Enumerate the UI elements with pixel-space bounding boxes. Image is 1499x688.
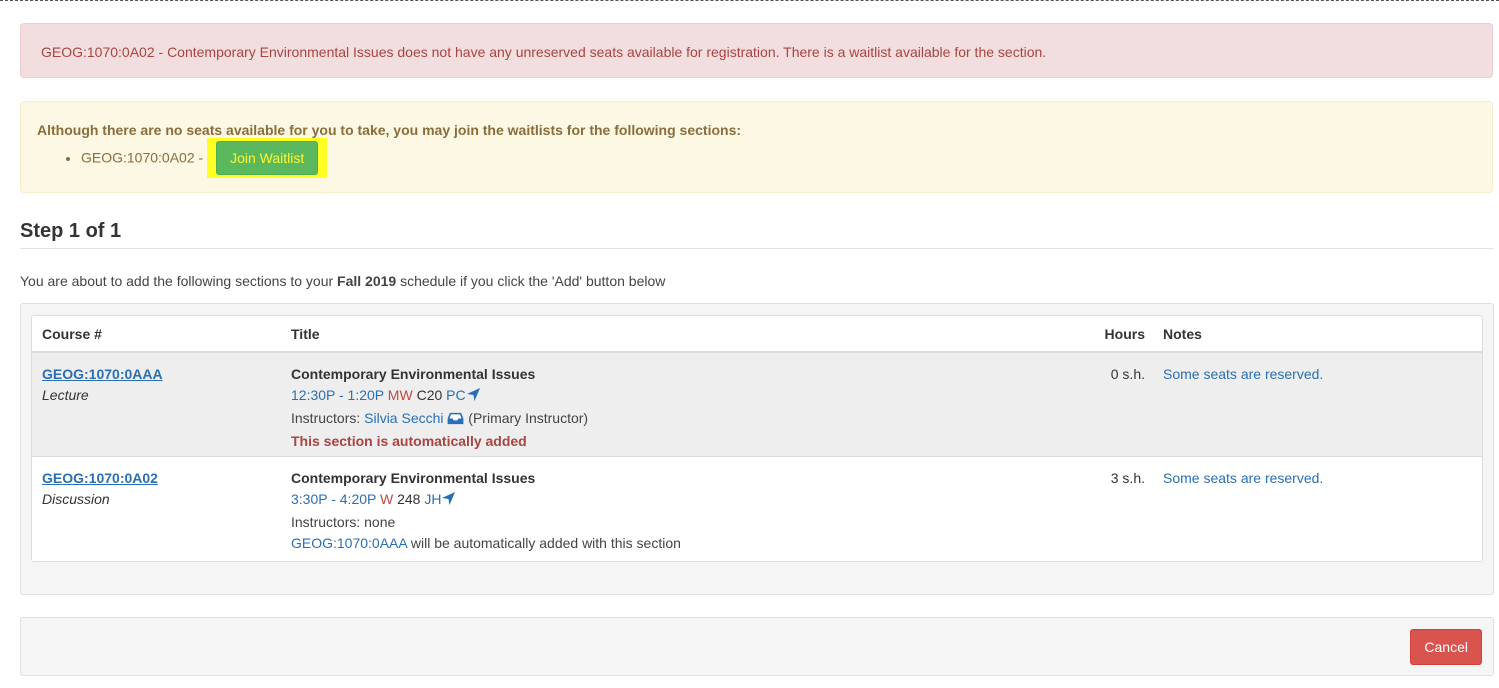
meeting-info: 3:30P - 4:20P W 248 JH	[291, 489, 681, 512]
meeting-info: 12:30P - 1:20P MW C20 PC	[291, 385, 588, 408]
title-cell: Contemporary Environmental Issues 3:30P …	[291, 468, 681, 554]
meeting-days: MW	[387, 387, 413, 403]
waitlist-separator: -	[198, 149, 204, 166]
section-type: Lecture	[42, 387, 89, 403]
meeting-time: 3:30P - 4:20P	[291, 491, 377, 507]
no-seats-error-alert: GEOG:1070:0A02 - Contemporary Environmen…	[20, 23, 1493, 78]
course-link[interactable]: GEOG:1070:0A02	[42, 470, 158, 486]
title-cell: Contemporary Environmental Issues 12:30P…	[291, 364, 588, 452]
seats-reserved-link[interactable]: Some seats are reserved.	[1163, 366, 1323, 382]
notes-cell: Some seats are reserved.	[1163, 468, 1323, 489]
meeting-days: W	[380, 491, 394, 507]
error-message: GEOG:1070:0A02 - Contemporary Environmen…	[41, 44, 1047, 60]
meeting-room: C20	[416, 387, 443, 403]
header-hours: Hours	[1104, 326, 1145, 342]
notes-cell: Some seats are reserved.	[1163, 364, 1323, 385]
table-row: GEOG:1070:0A02 Discussion Contemporary E…	[32, 457, 1482, 561]
location-arrow-icon[interactable]	[441, 491, 456, 512]
join-waitlist-button[interactable]: Join Waitlist	[216, 141, 319, 175]
instructors-line: Instructors: none	[291, 514, 396, 530]
top-dashed-divider	[0, 0, 1499, 1]
intro-text: You are about to add the following secti…	[20, 273, 665, 289]
hours-cell: 0 s.h.	[1110, 366, 1145, 382]
instructor-role: (Primary Instructor)	[468, 410, 589, 426]
term-name: Fall 2019	[337, 273, 397, 289]
hours-cell: 3 s.h.	[1110, 470, 1145, 486]
linked-section-line: GEOG:1070:0AAA will be automatically add…	[291, 533, 681, 554]
header-notes: Notes	[1163, 326, 1202, 342]
course-cell: GEOG:1070:0A02 Discussion	[42, 468, 158, 510]
sections-panel: Course # Title Hours Notes GEOG:1070:0AA…	[20, 303, 1494, 595]
section-type: Discussion	[42, 491, 110, 507]
waitlist-heading: Although there are no seats available fo…	[37, 122, 742, 138]
header-title: Title	[291, 326, 320, 342]
course-link[interactable]: GEOG:1070:0AAA	[42, 366, 163, 382]
cancel-button[interactable]: Cancel	[1410, 629, 1482, 665]
course-cell: GEOG:1070:0AAA Lecture	[42, 364, 163, 406]
header-course: Course #	[42, 326, 102, 342]
intro-prefix: You are about to add the following secti…	[20, 273, 338, 289]
building-link[interactable]: PC	[446, 387, 465, 403]
instructors-label: Instructors:	[291, 410, 361, 426]
table-row: GEOG:1070:0AAA Lecture Contemporary Envi…	[32, 353, 1482, 457]
waitlist-section-item: GEOG:1070:0A02 - Join Waitlist	[81, 138, 1476, 178]
step-title: Step 1 of 1	[20, 220, 122, 242]
inbox-icon[interactable]	[447, 410, 464, 431]
location-arrow-icon[interactable]	[466, 387, 481, 408]
step-divider	[20, 248, 1493, 249]
building-link[interactable]: JH	[424, 491, 441, 507]
table-header: Course # Title Hours Notes	[32, 316, 1482, 353]
course-title: Contemporary Environmental Issues	[291, 470, 536, 486]
meeting-room: 248	[397, 491, 421, 507]
sections-table: Course # Title Hours Notes GEOG:1070:0AA…	[31, 315, 1483, 562]
waitlist-section-code: GEOG:1070:0A02	[81, 149, 195, 166]
course-title: Contemporary Environmental Issues	[291, 366, 536, 382]
intro-suffix: schedule if you click the 'Add' button b…	[396, 273, 666, 289]
action-footer: Cancel	[20, 617, 1494, 676]
linked-course-link[interactable]: GEOG:1070:0AAA	[291, 535, 407, 551]
meeting-time: 12:30P - 1:20P	[291, 387, 384, 403]
waitlist-section-list: GEOG:1070:0A02 - Join Waitlist	[37, 138, 1476, 178]
instructor-link[interactable]: Silvia Secchi	[364, 410, 443, 426]
join-waitlist-highlight: Join Waitlist	[207, 138, 328, 178]
linked-section-text: will be automatically added with this se…	[406, 535, 681, 551]
instructors-line: Instructors: Silvia Secchi (Primary Inst…	[291, 408, 588, 431]
auto-added-notice: This section is automatically added	[291, 433, 527, 449]
waitlist-alert: Although there are no seats available fo…	[20, 101, 1493, 193]
seats-reserved-link[interactable]: Some seats are reserved.	[1163, 470, 1323, 486]
